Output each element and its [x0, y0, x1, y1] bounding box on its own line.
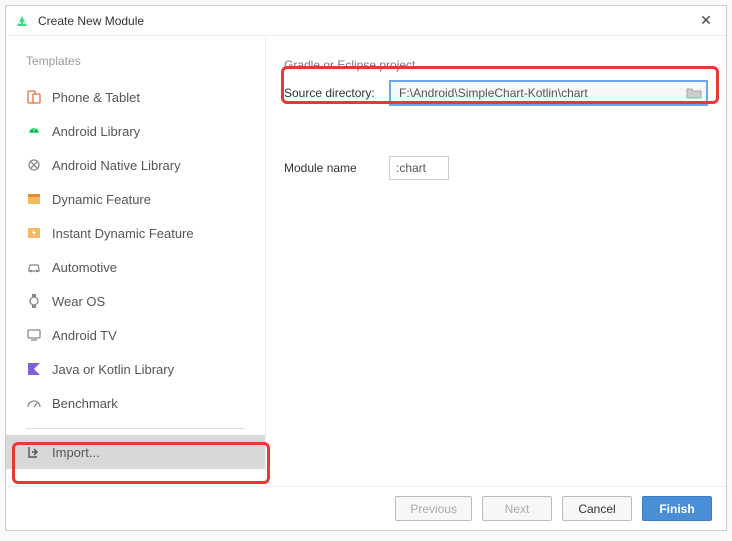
sidebar-header: Templates — [6, 54, 265, 80]
dynamic-icon — [26, 191, 42, 207]
template-wear-os[interactable]: Wear OS — [6, 284, 265, 318]
next-button[interactable]: Next — [482, 496, 552, 521]
template-label: Import... — [52, 445, 100, 460]
phone-tablet-icon — [26, 89, 42, 105]
template-phone-tablet[interactable]: Phone & Tablet — [6, 80, 265, 114]
template-dynamic-feature[interactable]: Dynamic Feature — [6, 182, 265, 216]
wear-icon — [26, 293, 42, 309]
native-icon — [26, 157, 42, 173]
kotlin-icon — [26, 361, 42, 377]
template-label: Automotive — [52, 260, 117, 275]
template-android-library[interactable]: Android Library — [6, 114, 265, 148]
dialog-footer: Previous Next Cancel Finish — [6, 486, 726, 530]
template-instant-dynamic-feature[interactable]: Instant Dynamic Feature — [6, 216, 265, 250]
template-label: Wear OS — [52, 294, 105, 309]
sidebar: Templates Phone & Tablet Android Library… — [6, 36, 266, 486]
instant-dynamic-icon — [26, 225, 42, 241]
template-label: Instant Dynamic Feature — [52, 226, 194, 241]
section-header: Gradle or Eclipse project — [284, 58, 708, 72]
android-studio-icon — [14, 13, 30, 29]
template-list: Phone & Tablet Android Library Android N… — [6, 80, 265, 478]
template-android-native-library[interactable]: Android Native Library — [6, 148, 265, 182]
module-name-label: Module name — [284, 161, 389, 175]
dialog-title: Create New Module — [38, 14, 694, 28]
module-name-input[interactable] — [389, 156, 449, 180]
source-directory-input[interactable] — [389, 80, 708, 106]
automotive-icon — [26, 259, 42, 275]
tv-icon — [26, 327, 42, 343]
template-label: Android Native Library — [52, 158, 181, 173]
module-name-row: Module name — [284, 156, 708, 180]
benchmark-icon — [26, 395, 42, 411]
android-icon — [26, 123, 42, 139]
template-label: Java or Kotlin Library — [52, 362, 174, 377]
previous-button[interactable]: Previous — [395, 496, 472, 521]
template-import[interactable]: Import... — [6, 435, 265, 469]
template-label: Dynamic Feature — [52, 192, 151, 207]
template-label: Android TV — [52, 328, 117, 343]
template-android-tv[interactable]: Android TV — [6, 318, 265, 352]
main-panel: Gradle or Eclipse project Source directo… — [266, 36, 726, 486]
dialog-content: Templates Phone & Tablet Android Library… — [6, 36, 726, 486]
divider — [26, 428, 245, 429]
source-directory-row: Source directory: — [284, 80, 708, 106]
create-module-dialog: Create New Module ✕ Templates Phone & Ta… — [5, 5, 727, 531]
template-automotive[interactable]: Automotive — [6, 250, 265, 284]
template-label: Benchmark — [52, 396, 118, 411]
cancel-button[interactable]: Cancel — [562, 496, 632, 521]
titlebar: Create New Module ✕ — [6, 6, 726, 36]
source-directory-label: Source directory: — [284, 86, 389, 100]
close-icon[interactable]: ✕ — [694, 9, 718, 33]
template-java-kotlin-library[interactable]: Java or Kotlin Library — [6, 352, 265, 386]
template-benchmark[interactable]: Benchmark — [6, 386, 265, 420]
template-label: Phone & Tablet — [52, 90, 140, 105]
finish-button[interactable]: Finish — [642, 496, 712, 521]
browse-folder-icon[interactable] — [686, 86, 702, 100]
import-icon — [26, 444, 42, 460]
template-label: Android Library — [52, 124, 140, 139]
